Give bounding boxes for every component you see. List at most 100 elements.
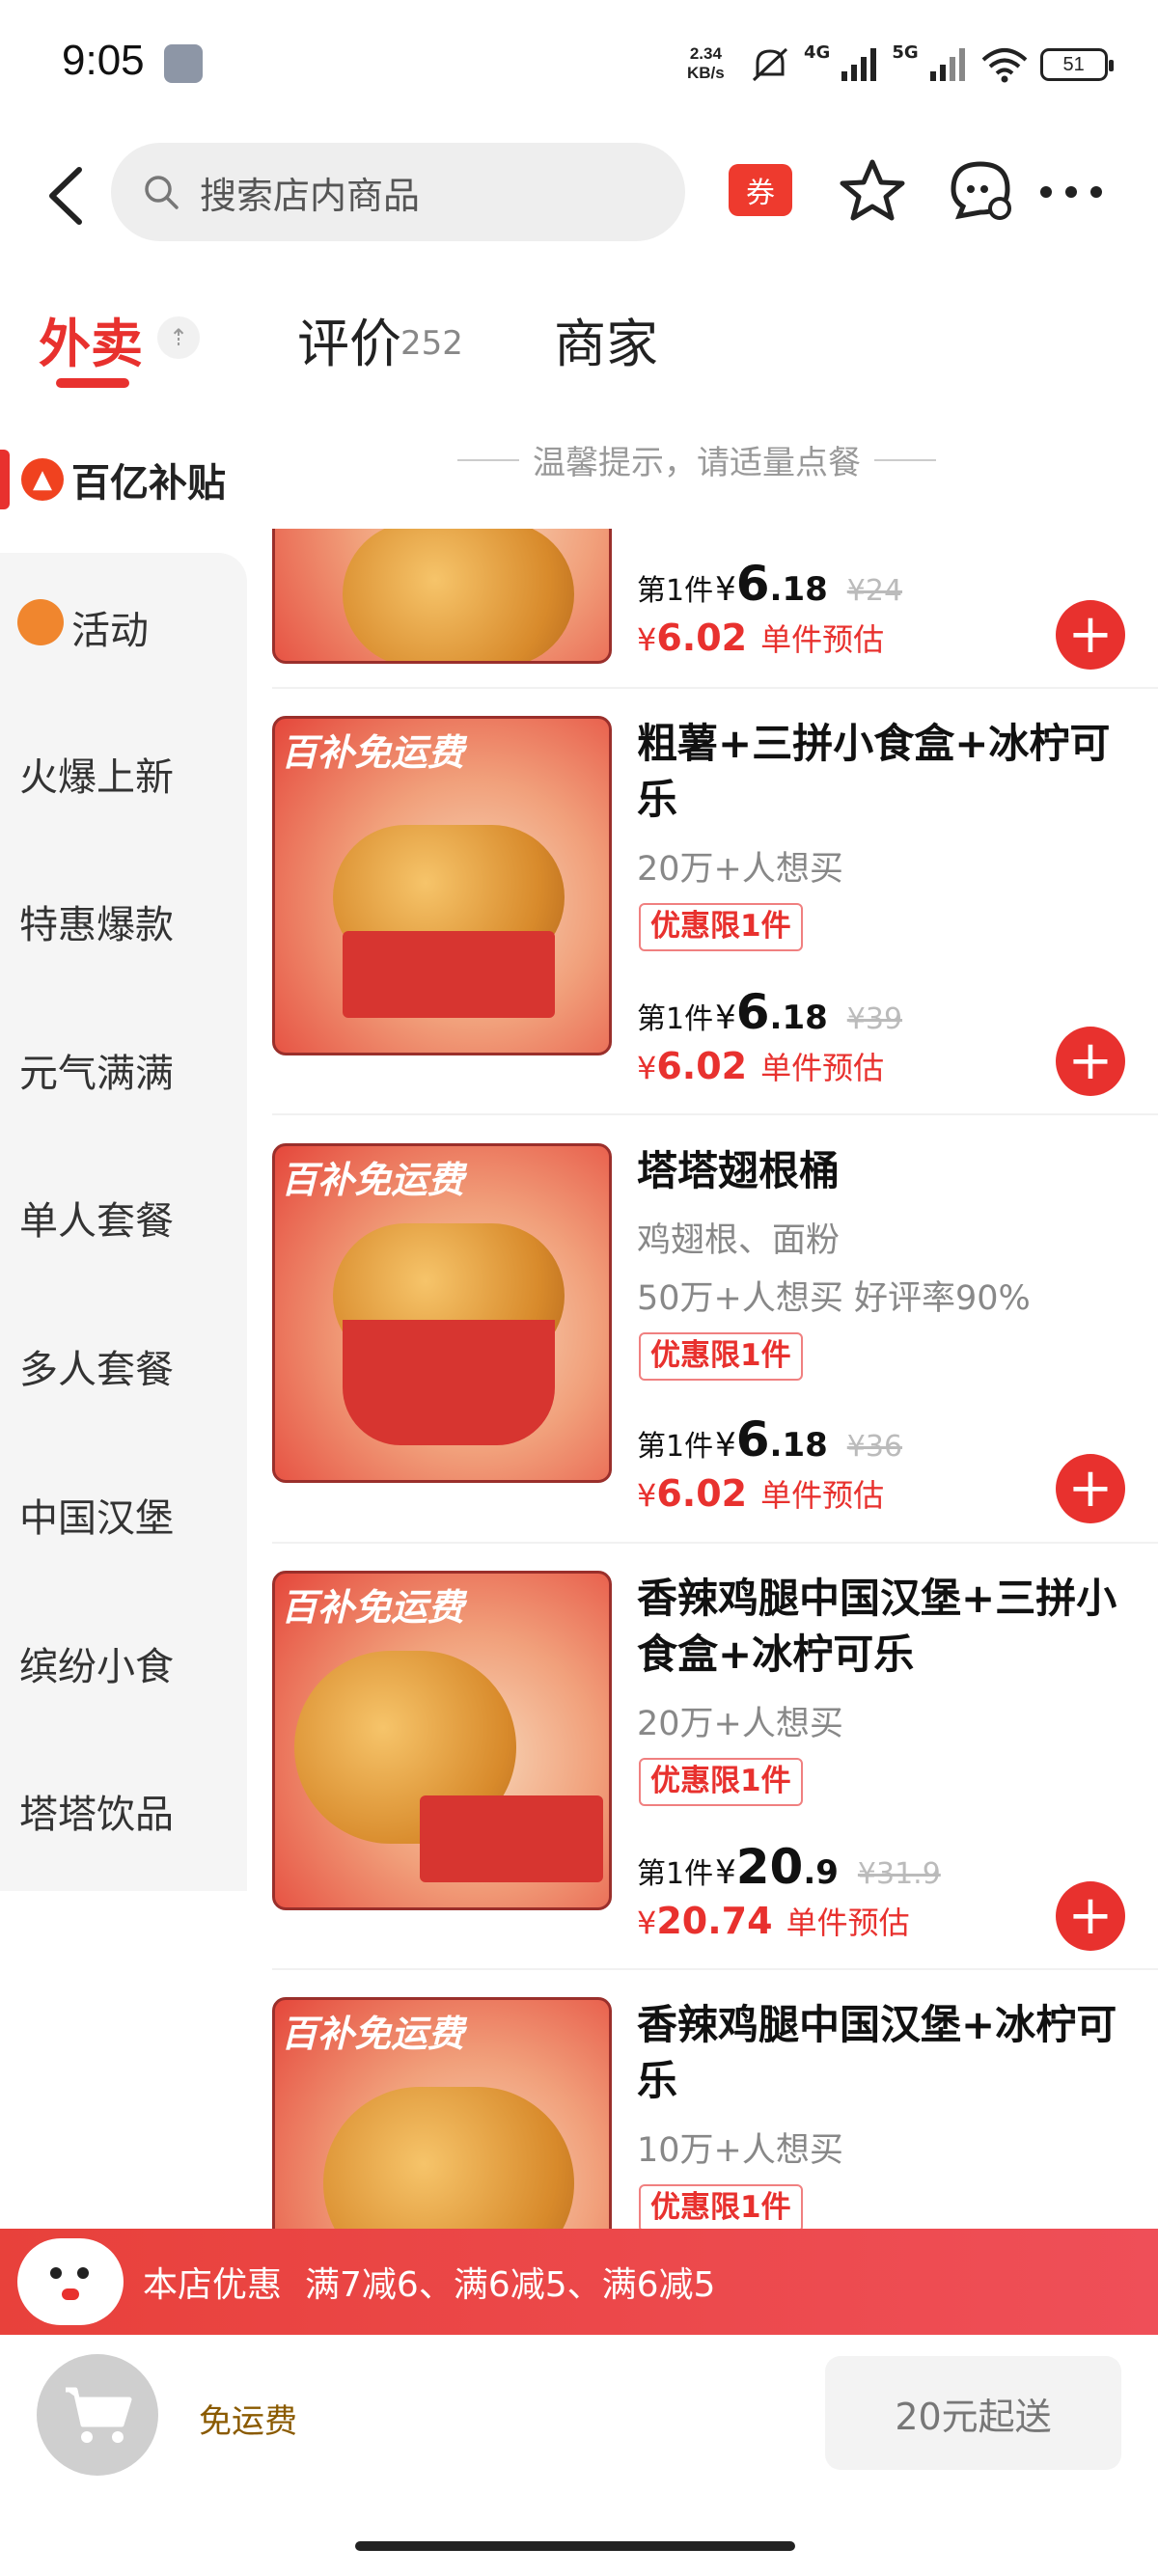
limit-badge: 优惠限1件: [639, 1332, 803, 1381]
product-card[interactable]: 百补免运费 香辣鸡腿中国汉堡+冰柠可乐 10万+人想买 优惠限1件: [272, 1997, 1158, 2229]
sidebar-item-snacks[interactable]: 缤纷小食: [19, 1635, 174, 1691]
chevron-left-icon: [49, 167, 82, 225]
sidebar-item-special-deals[interactable]: 特惠爆款: [19, 893, 174, 949]
estimated-price-label: 单件预估: [760, 1477, 885, 1514]
network-5g-label: 5G: [892, 42, 919, 63]
product-price: 第1件 ¥ 6 .18 ¥39: [637, 984, 902, 1040]
cart-icon: [66, 2387, 132, 2443]
currency-symbol: ¥: [637, 1050, 657, 1086]
sidebar-item-single-set[interactable]: 单人套餐: [19, 1190, 174, 1246]
plus-icon: +: [1067, 1029, 1114, 1092]
currency-symbol: ¥: [637, 1477, 657, 1514]
battery-level: 51: [1062, 53, 1085, 75]
store-promo-bar[interactable]: 本店优惠 满7减6、满6减5、满6减5: [0, 2229, 1158, 2335]
favorite-button[interactable]: [838, 156, 907, 226]
promo-rules: 满7减6、满6减5、满6减5: [305, 2265, 716, 2305]
tab-waimai[interactable]: 外卖: [39, 301, 143, 377]
estimated-price: ¥ 6.02 单件预估: [637, 1471, 884, 1516]
product-ingredients: 鸡翅根、面粉: [637, 1221, 841, 1260]
add-to-cart-button[interactable]: +: [1056, 1454, 1125, 1523]
divider: [272, 687, 1158, 689]
sidebar-item-energy[interactable]: 元气满满: [19, 1042, 174, 1098]
network-speed-value: 2.34: [689, 44, 722, 63]
product-name: 粗薯+三拼小食盒+冰柠可乐: [637, 720, 1111, 823]
limit-badge: 优惠限1件: [639, 903, 803, 951]
tab-merchant[interactable]: 商家: [554, 301, 658, 377]
product-name: 香辣鸡腿中国汉堡+冰柠可乐: [637, 2001, 1117, 2104]
add-to-cart-button[interactable]: +: [1056, 600, 1125, 670]
price-decimal: .18: [769, 1426, 828, 1465]
estimated-price-value: 6.02: [656, 1045, 748, 1087]
product-sales: 20万+人想买: [637, 850, 843, 889]
first-item-label: 第1件: [637, 1002, 714, 1036]
coupon-button[interactable]: 券: [729, 164, 792, 216]
search-bar[interactable]: 搜索店内商品: [111, 143, 685, 241]
sidebar-item-activity[interactable]: 活动: [71, 599, 149, 655]
first-item-label: 第1件: [637, 574, 714, 608]
free-shipping-badge: 百补免运费: [281, 1585, 465, 1629]
network-speed: 2.34 KB/s: [687, 44, 725, 83]
flame-icon: ▲: [21, 458, 64, 501]
product-image[interactable]: 百补免运费: [272, 1143, 612, 1483]
estimated-price: ¥ 6.02 单件预估: [637, 1044, 884, 1088]
first-item-label: 第1件: [637, 1857, 714, 1891]
product-image[interactable]: 百补免运费: [272, 716, 612, 1055]
mute-icon: [752, 47, 788, 82]
product-image[interactable]: [272, 529, 612, 664]
original-price: ¥24: [846, 574, 903, 608]
product-food-visual: [343, 529, 574, 661]
wrench-icon: [164, 44, 203, 83]
product-card[interactable]: 百补免运费 塔塔翅根桶 鸡翅根、面粉 50万+人想买 好评率90% 优惠限1件 …: [272, 1143, 1158, 1570]
free-shipping-label: 免运费: [199, 2402, 297, 2441]
collapse-icon[interactable]: ⇡: [157, 316, 200, 359]
product-card[interactable]: 百补免运费 香辣鸡腿中国汉堡+三拼小食盒+冰柠可乐 20万+人想买 优惠限1件 …: [272, 1571, 1158, 1997]
product-price: 第1件 ¥ 6 .18 ¥24: [637, 556, 902, 612]
product-name: 塔塔翅根桶: [637, 1147, 841, 1194]
limit-badge: 优惠限1件: [639, 2184, 803, 2229]
sidebar-item-hot-new[interactable]: 火爆上新: [19, 746, 174, 802]
search-icon: [145, 176, 179, 209]
promo-label: 本店优惠: [143, 2265, 283, 2305]
tab-reviews[interactable]: 评价: [297, 301, 401, 377]
limit-badge: 优惠限1件: [639, 1758, 803, 1806]
add-to-cart-button[interactable]: +: [1056, 1881, 1125, 1951]
divider: [457, 458, 519, 461]
cart-button[interactable]: [37, 2354, 158, 2476]
sidebar-item-group-set[interactable]: 多人套餐: [19, 1338, 174, 1394]
subsidy-active-bar: [0, 450, 10, 509]
free-shipping-badge: 百补免运费: [281, 1158, 465, 1201]
network-4g-label: 4G: [804, 42, 831, 63]
home-indicator[interactable]: [355, 2541, 795, 2551]
subsidy-category[interactable]: ▲ 百亿补贴: [0, 446, 226, 513]
status-bar: 9:05 2.34 KB/s 4G 5G 51: [0, 0, 1158, 135]
more-dots-icon: [1040, 186, 1102, 198]
plus-icon: +: [1067, 1457, 1114, 1520]
product-image[interactable]: 百补免运费: [272, 1997, 612, 2229]
back-button[interactable]: [39, 162, 96, 230]
currency-symbol: ¥: [715, 570, 736, 609]
original-price: ¥39: [846, 1002, 903, 1036]
product-bucket-visual: [343, 1320, 555, 1445]
minimum-order-button[interactable]: 20元起送: [825, 2356, 1121, 2470]
plus-icon: +: [1067, 603, 1114, 666]
star-icon: [840, 159, 905, 221]
sidebar-item-drinks[interactable]: 塔塔饮品: [19, 1783, 174, 1839]
currency-symbol: ¥: [715, 1853, 736, 1892]
sidebar-item-burgers[interactable]: 中国汉堡: [19, 1487, 174, 1543]
product-sales: 50万+人想买 好评率90%: [637, 1279, 1031, 1318]
customer-service-button[interactable]: [946, 154, 1015, 224]
estimated-price-value: 6.02: [656, 1472, 748, 1515]
divider: [272, 1113, 1158, 1115]
product-card[interactable]: 百补免运费 粗薯+三拼小食盒+冰柠可乐 20万+人想买 优惠限1件 第1件 ¥ …: [272, 716, 1158, 1142]
search-placeholder: 搜索店内商品: [200, 174, 421, 217]
activity-icon: [17, 599, 64, 645]
price-decimal: .9: [803, 1853, 839, 1892]
system-icons: 4G 5G 51: [748, 41, 1114, 89]
currency-symbol: ¥: [637, 1905, 657, 1941]
add-to-cart-button[interactable]: +: [1056, 1027, 1125, 1096]
more-button[interactable]: [1037, 183, 1105, 201]
product-image[interactable]: 百补免运费: [272, 1571, 612, 1910]
product-box-visual: [343, 931, 555, 1018]
product-card[interactable]: 第1件 ¥ 6 .18 ¥24 ¥ 6.02 单件预估 +: [272, 529, 1158, 673]
order-tip-text: 温馨提示，请适量点餐: [533, 444, 861, 482]
